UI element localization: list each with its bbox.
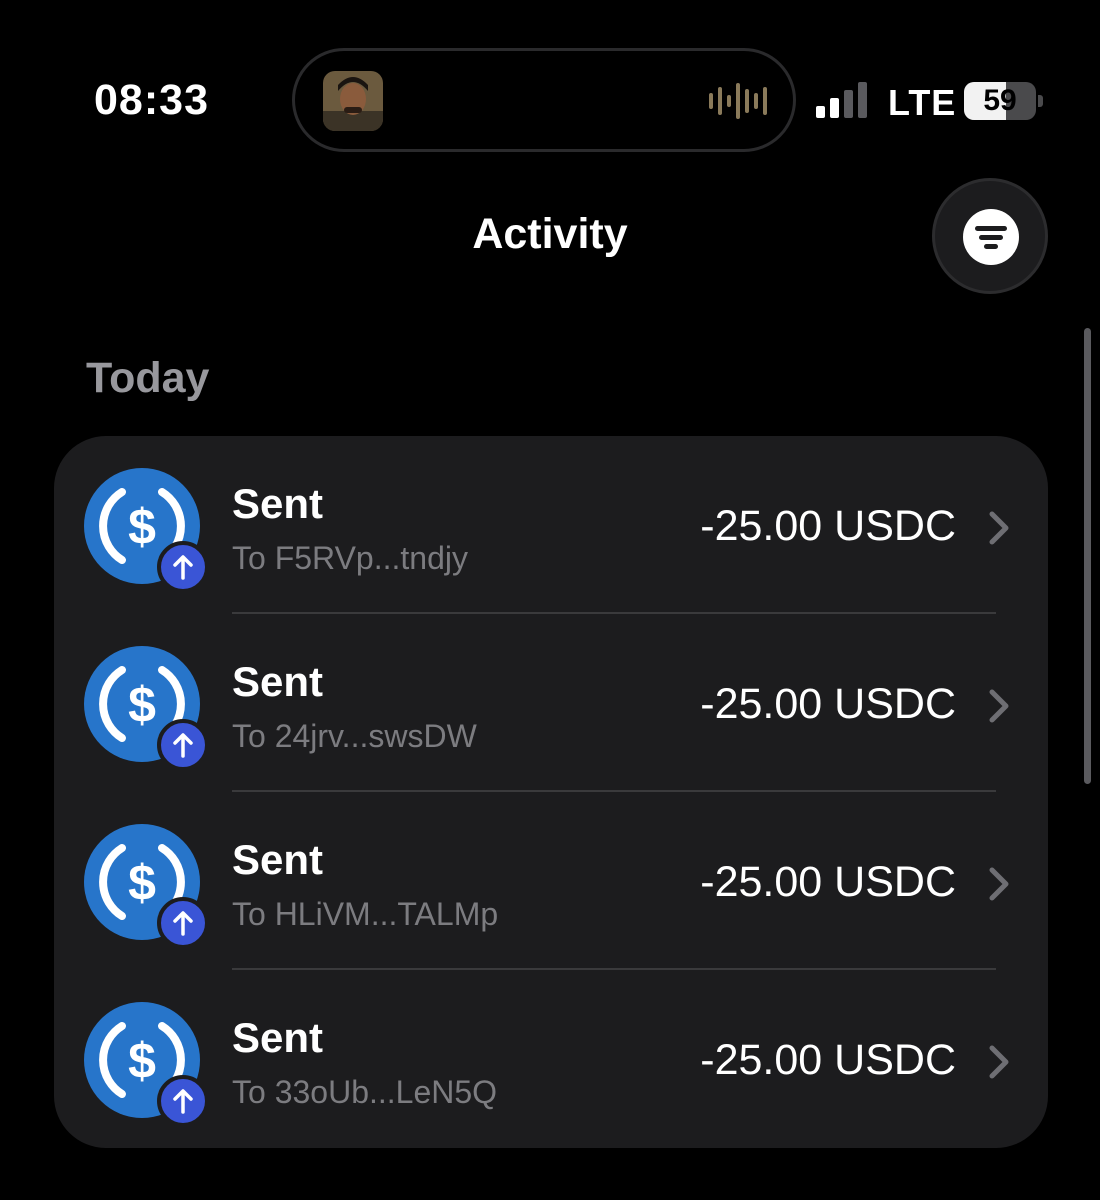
transaction-type: Sent [232, 1014, 324, 1061]
arrow-up-icon [173, 911, 193, 936]
transaction-recipient: To 24jrv...swsDW [232, 718, 477, 754]
arrow-up-icon [173, 1089, 193, 1114]
filter-button[interactable] [932, 178, 1048, 294]
dynamic-island[interactable] [292, 48, 796, 152]
transaction-amount: -25.00 USDC [700, 1036, 956, 1084]
transaction-row[interactable]: $ Sent To F5RVp...tndjy -25.00 USDC [54, 436, 1048, 614]
battery-cap [1038, 95, 1043, 107]
cellular-signal-icon [816, 82, 867, 118]
transaction-amount: -25.00 USDC [700, 858, 956, 906]
sent-badge [157, 541, 209, 593]
arrow-up-icon [173, 555, 193, 580]
transaction-type: Sent [232, 836, 324, 883]
sent-badge [157, 897, 209, 949]
arrow-up-icon [173, 733, 193, 758]
chevron-right-icon [989, 689, 1009, 723]
transaction-row[interactable]: $ Sent To 24jrv...swsDW -25.00 USDC [54, 614, 1048, 792]
transaction-type: Sent [232, 658, 324, 705]
transaction-amount: -25.00 USDC [700, 502, 956, 550]
transaction-recipient: To HLiVM...TALMp [232, 896, 499, 932]
section-header-today: Today [86, 354, 210, 402]
chevron-right-icon [989, 867, 1009, 901]
battery-percentage: 59 [983, 84, 1017, 117]
album-art-icon[interactable] [323, 71, 383, 131]
svg-text:$: $ [128, 855, 156, 911]
transaction-row[interactable]: $ Sent To 33oUb...LeN5Q -25.00 USDC [54, 970, 1048, 1148]
status-time: 08:33 [94, 76, 209, 124]
svg-text:$: $ [128, 677, 156, 733]
scrollbar[interactable] [1084, 328, 1091, 784]
svg-text:$: $ [128, 499, 156, 555]
transaction-recipient: To 33oUb...LeN5Q [232, 1074, 498, 1110]
svg-text:$: $ [128, 1033, 156, 1089]
filter-icon [963, 209, 1019, 265]
audio-waveform-icon [709, 83, 767, 119]
transactions-list: $ Sent To F5RVp...tndjy -25.00 USDC $ Se… [54, 436, 1048, 1148]
transaction-row[interactable]: $ Sent To HLiVM...TALMp -25.00 USDC [54, 792, 1048, 970]
chevron-right-icon [989, 1045, 1009, 1079]
sent-badge [157, 719, 209, 771]
battery-icon: 59 [964, 82, 1036, 120]
chevron-right-icon [989, 511, 1009, 545]
sent-badge [157, 1075, 209, 1127]
transaction-recipient: To F5RVp...tndjy [232, 540, 468, 576]
transaction-amount: -25.00 USDC [700, 680, 956, 728]
transaction-type: Sent [232, 480, 324, 527]
network-type: LTE [888, 82, 957, 123]
